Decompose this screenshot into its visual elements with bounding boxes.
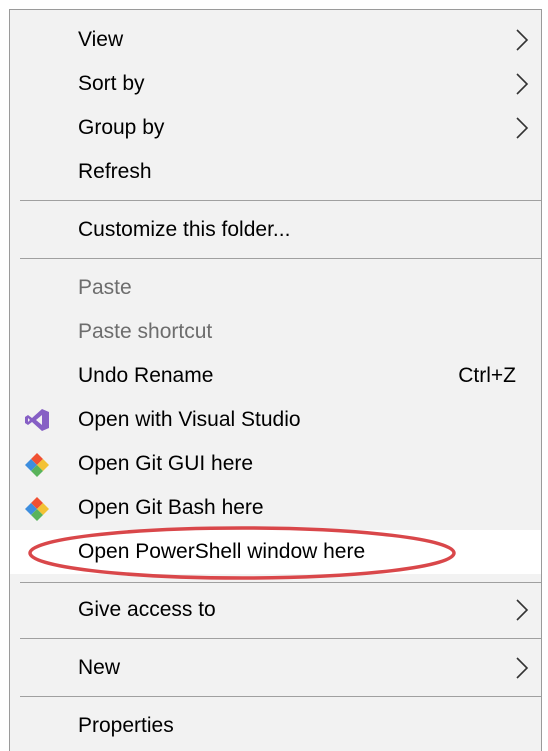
menu-item-label: Properties: [78, 714, 174, 737]
menu-item-label: Group by: [78, 116, 165, 139]
menu-item-label: Open with Visual Studio: [78, 408, 301, 431]
git-bash-icon: [25, 497, 49, 521]
menu-item-customize-folder[interactable]: Customize this folder...: [10, 208, 541, 252]
menu-item-label: Undo Rename: [78, 364, 214, 387]
visual-studio-icon: [25, 409, 49, 431]
menu-item-view[interactable]: View: [10, 18, 541, 62]
chevron-right-icon: [516, 73, 529, 95]
menu-item-group-by[interactable]: Group by: [10, 106, 541, 150]
menu-item-label: Give access to: [78, 598, 216, 621]
menu-item-properties[interactable]: Properties: [10, 704, 541, 748]
menu-separator: [20, 638, 541, 639]
menu-item-label: Paste: [78, 276, 132, 299]
chevron-right-icon: [516, 117, 529, 139]
menu-item-label: Customize this folder...: [78, 218, 291, 241]
menu-item-paste: Paste: [10, 266, 541, 310]
menu-item-open-git-gui[interactable]: Open Git GUI here: [10, 442, 541, 486]
menu-item-refresh[interactable]: Refresh: [10, 150, 541, 194]
menu-separator: [20, 582, 541, 583]
menu-item-give-access[interactable]: Give access to: [10, 588, 541, 632]
menu-item-label: Open Git Bash here: [78, 496, 264, 519]
menu-item-open-powershell[interactable]: Open PowerShell window here: [10, 530, 541, 574]
menu-item-label: Sort by: [78, 72, 145, 95]
chevron-right-icon: [516, 657, 529, 679]
chevron-right-icon: [516, 29, 529, 51]
menu-item-new[interactable]: New: [10, 646, 541, 690]
chevron-right-icon: [516, 599, 529, 621]
menu-item-sort-by[interactable]: Sort by: [10, 62, 541, 106]
menu-separator: [20, 258, 541, 259]
menu-item-label: Open Git GUI here: [78, 452, 254, 475]
menu-item-label: Refresh: [78, 160, 152, 183]
menu-item-open-visual-studio[interactable]: Open with Visual Studio: [10, 398, 541, 442]
menu-separator: [20, 200, 541, 201]
menu-item-label: Open PowerShell window here: [78, 540, 366, 563]
menu-item-shortcut: Ctrl+Z: [458, 364, 516, 387]
menu-item-label: View: [78, 28, 124, 51]
git-gui-icon: [25, 453, 49, 477]
menu-item-undo-rename[interactable]: Undo Rename Ctrl+Z: [10, 354, 541, 398]
menu-item-label: New: [78, 656, 121, 679]
menu-item-open-git-bash[interactable]: Open Git Bash here: [10, 486, 541, 530]
menu-separator: [20, 696, 541, 697]
context-menu: View Sort by Group by Refresh Customize …: [9, 9, 542, 751]
menu-item-paste-shortcut: Paste shortcut: [10, 310, 541, 354]
menu-item-label: Paste shortcut: [78, 320, 213, 343]
